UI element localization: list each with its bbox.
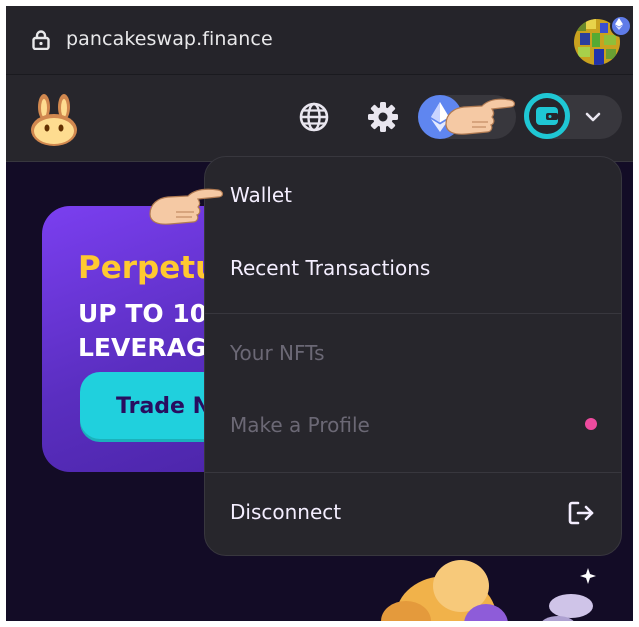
menu-divider	[205, 472, 621, 473]
wallet-icon[interactable]	[524, 93, 570, 139]
gear-icon[interactable]	[366, 100, 400, 134]
menu-item-label: Your NFTs	[230, 341, 325, 365]
browser-url-bar: pancakeswap.finance	[6, 6, 633, 74]
menu-item-label: Disconnect	[230, 500, 342, 524]
decorative-3d-illustration	[381, 560, 596, 621]
pancakeswap-logo-icon[interactable]	[28, 93, 80, 147]
menu-item-recent-transactions[interactable]: Recent Transactions	[205, 236, 621, 300]
menu-item-your-nfts: Your NFTs	[205, 321, 621, 385]
banner-subtitle-line1: UP TO 100	[78, 299, 225, 328]
pointing-hand-icon	[149, 188, 224, 225]
trade-now-label: Trade N	[116, 394, 212, 419]
menu-item-label: Wallet	[230, 183, 293, 207]
notification-dot	[585, 418, 597, 430]
logout-icon[interactable]	[567, 500, 595, 526]
menu-item-wallet[interactable]: Wallet	[205, 163, 621, 227]
menu-divider	[205, 313, 621, 314]
lock-icon	[32, 30, 50, 50]
url-text[interactable]: pancakeswap.finance	[66, 28, 273, 50]
menu-item-label: Make a Profile	[230, 413, 370, 437]
ethereum-badge-icon	[610, 15, 632, 37]
pointing-hand-icon	[445, 98, 516, 135]
globe-icon[interactable]	[298, 101, 330, 133]
chevron-down-icon[interactable]	[583, 107, 603, 127]
app-header	[6, 74, 633, 162]
menu-item-label: Recent Transactions	[230, 256, 431, 280]
menu-item-disconnect[interactable]: Disconnect	[205, 480, 621, 544]
banner-title: Perpetu	[78, 250, 218, 286]
app-frame: pancakeswap.finance Perpetu UP TO 100 LE…	[6, 6, 633, 621]
banner-subtitle-line2: LEVERAG	[78, 333, 207, 362]
wallet-dropdown-menu: Wallet Recent Transactions Your NFTs Mak…	[204, 156, 622, 556]
menu-item-make-a-profile: Make a Profile	[205, 393, 621, 457]
